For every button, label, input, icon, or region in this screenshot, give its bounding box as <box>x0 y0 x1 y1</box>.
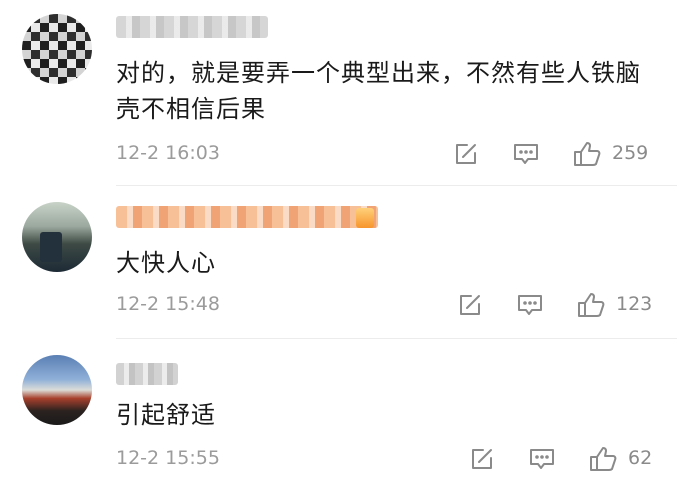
like-count: 259 <box>612 142 649 164</box>
avatar[interactable] <box>22 355 92 425</box>
avatar[interactable] <box>22 14 92 84</box>
comment-item: 引起舒适 12-2 15:55 62 <box>0 339 677 479</box>
comment-text: 对的，就是要弄一个典型出来，不然有些人铁脑壳不相信后果 <box>116 59 641 123</box>
comment-item: 对的，就是要弄一个典型出来，不然有些人铁脑壳不相信后果 12-2 16:03 2… <box>0 0 677 185</box>
comment-meta: 12-2 15:55 62 <box>116 445 657 475</box>
comment-bubble-icon[interactable] <box>512 140 540 168</box>
comment-text: 大快人心 <box>116 249 216 277</box>
thumbs-up-icon <box>576 291 606 319</box>
comment-text: 引起舒适 <box>116 401 216 429</box>
comment-meta: 12-2 16:03 259 <box>116 140 657 170</box>
comment-bubble-icon[interactable] <box>528 445 556 473</box>
comment-list: 对的，就是要弄一个典型出来，不然有些人铁脑壳不相信后果 12-2 16:03 2… <box>0 0 677 479</box>
timestamp: 12-2 15:48 <box>116 293 220 315</box>
thumbs-up-icon <box>572 140 602 168</box>
username-blurred[interactable] <box>116 206 378 228</box>
edit-share-icon[interactable] <box>456 291 484 319</box>
avatar[interactable] <box>22 202 92 272</box>
comment-item: 大快人心 12-2 15:48 123 <box>0 186 677 338</box>
like-count: 62 <box>628 447 653 469</box>
edit-share-icon[interactable] <box>468 445 496 473</box>
username-blurred[interactable] <box>116 16 268 38</box>
username-blurred[interactable] <box>116 363 178 385</box>
thumbs-up-icon <box>588 445 618 473</box>
timestamp: 12-2 16:03 <box>116 142 220 164</box>
timestamp: 12-2 15:55 <box>116 447 220 469</box>
edit-share-icon[interactable] <box>452 140 480 168</box>
comment-bubble-icon[interactable] <box>516 291 544 319</box>
comment-meta: 12-2 15:48 123 <box>116 291 657 321</box>
like-count: 123 <box>616 293 653 315</box>
badge-icon <box>356 208 374 228</box>
